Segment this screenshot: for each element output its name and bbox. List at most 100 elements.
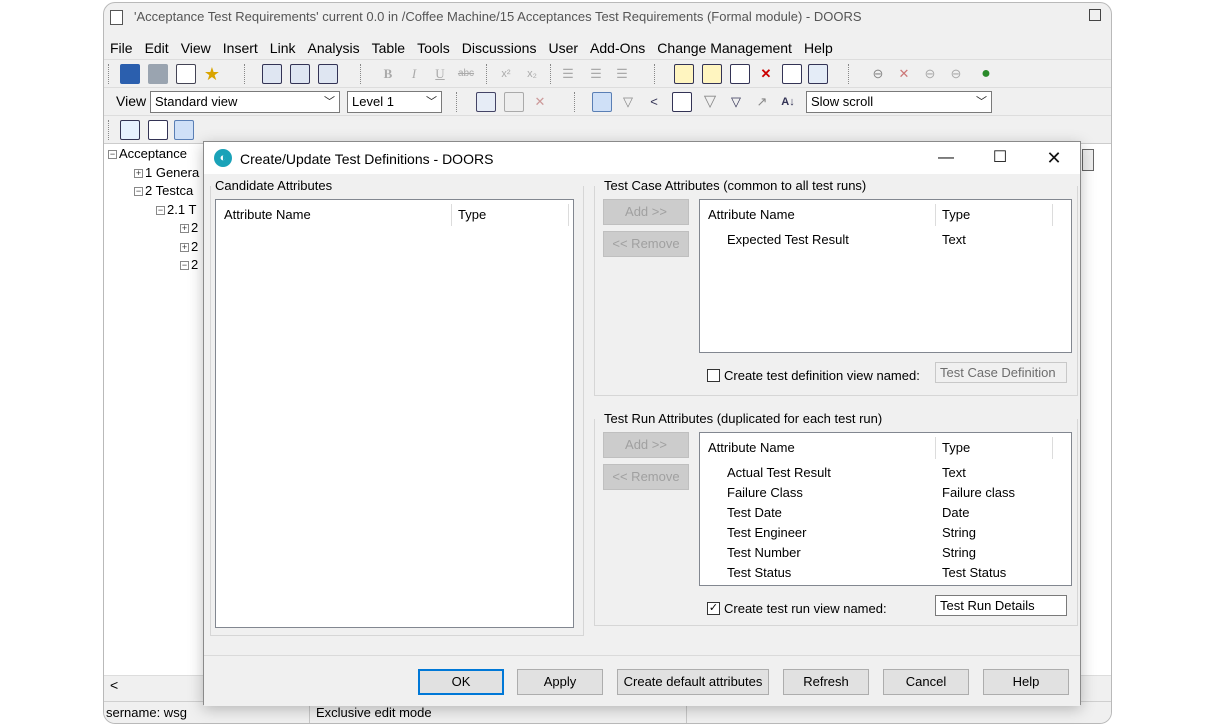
hierarchy-icon[interactable] [808,64,828,84]
tree-node[interactable]: +2 [108,238,199,257]
chart-icon[interactable] [120,120,140,140]
list-item-type[interactable]: String [942,543,976,563]
italic-icon[interactable]: I [404,64,424,84]
collapse-icon[interactable]: − [108,150,117,160]
link-end-icon[interactable] [702,64,722,84]
menu-item-change-management[interactable]: Change Management [651,37,798,59]
unlink-icon[interactable]: ✕ [894,64,914,84]
properties-icon[interactable] [176,64,196,84]
column-header-type[interactable]: Type [942,433,970,461]
list-item-type[interactable]: Failure class [942,483,1015,503]
bold-icon[interactable]: B [378,64,398,84]
create-test-run-view-checkbox[interactable]: ✓ [707,602,720,615]
bullet-list-icon[interactable]: ☰ [558,64,578,84]
expand-icon[interactable]: + [180,224,189,234]
expand-icon[interactable]: + [180,242,189,252]
test-run-view-name-input[interactable]: Test Run Details [935,595,1067,616]
create-default-attributes-button[interactable]: Create default attributes [617,669,769,695]
move-object-icon[interactable] [782,64,802,84]
help-button[interactable]: Help [983,669,1069,695]
close-icon[interactable]: ✕ [1042,148,1066,168]
menu-item-discussions[interactable]: Discussions [456,37,543,59]
table-icon[interactable] [672,92,692,112]
show-tree-icon[interactable] [592,92,612,112]
cancel-button[interactable]: Cancel [883,669,969,695]
list-item-name[interactable]: Test Date [727,503,782,523]
expand-icon[interactable]: + [134,168,143,178]
list-item-name[interactable]: Failure Class [727,483,803,503]
favorite-star-icon[interactable]: ★ [202,64,222,84]
strikethrough-icon[interactable]: abc [456,64,476,84]
edit-mode-icon[interactable] [174,120,194,140]
test-definition-view-name-input[interactable]: Test Case Definition [935,362,1067,383]
page-icon[interactable] [148,120,168,140]
list-item-type[interactable]: String [942,523,976,543]
save-icon[interactable] [120,64,140,84]
test-run-remove-button[interactable]: << Remove [603,464,689,490]
test-case-remove-button[interactable]: << Remove [603,231,689,257]
filter-tree-icon[interactable]: ▽ [618,92,638,112]
list-item-type[interactable]: Test Status [942,563,1006,583]
collapse-icon[interactable]: − [180,261,189,271]
insert-object-icon[interactable] [318,64,338,84]
level-select[interactable]: Level 1 ﹀ [347,91,442,113]
list-item-name[interactable]: Expected Test Result [727,230,849,250]
insert-object-after-icon[interactable] [290,64,310,84]
maximize-icon[interactable] [1089,9,1101,21]
menu-item-edit[interactable]: Edit [139,37,175,59]
column-header-name[interactable]: Attribute Name [708,200,795,228]
create-test-definition-view-checkbox[interactable] [707,369,720,382]
link-remove-icon[interactable]: ⊖ [946,64,966,84]
view-select[interactable]: Standard view ﹀ [150,91,340,113]
link-module-icon[interactable]: ⊖ [920,64,940,84]
maximize-icon[interactable]: ☐ [988,148,1012,168]
insert-object-below-icon[interactable] [262,64,282,84]
candidate-attributes-list[interactable]: Attribute Name Type [215,199,574,628]
filter-icon[interactable]: ▽ [700,92,720,112]
scroll-left-icon[interactable]: < [110,676,118,694]
tree-node-root[interactable]: − Acceptance [108,145,199,164]
apply-button[interactable]: Apply [517,669,603,695]
minimize-icon[interactable]: — [934,148,958,168]
column-header-type[interactable]: Type [458,200,486,228]
tree-node[interactable]: −2 [108,256,199,275]
underline-icon[interactable]: U [430,64,450,84]
menu-item-tools[interactable]: Tools [411,37,456,59]
list-item-type[interactable]: Text [942,230,966,250]
sort-az-icon[interactable]: A↓ [778,92,798,112]
filter-edit-icon[interactable]: ▽ [726,92,746,112]
menu-item-help[interactable]: Help [798,37,839,59]
menu-item-view[interactable]: View [175,37,217,59]
collapse-icon[interactable]: − [134,187,143,197]
globe-icon[interactable]: ● [976,64,996,84]
tree-node[interactable]: +2 [108,219,199,238]
list-item-name[interactable]: Test Number [727,543,801,563]
sort-edit-icon[interactable]: ↗ [752,92,772,112]
indent-icon[interactable]: ☰ [586,64,606,84]
link-icon[interactable]: ⊖ [868,64,888,84]
copy-object-icon[interactable] [730,64,750,84]
outdent-icon[interactable]: ☰ [612,64,632,84]
menu-item-analysis[interactable]: Analysis [301,37,365,59]
level-down-icon[interactable] [504,92,524,112]
superscript-icon[interactable]: x² [496,64,516,84]
menu-item-table[interactable]: Table [366,37,411,59]
scroll-mode-select[interactable]: Slow scroll ﹀ [806,91,992,113]
menu-item-link[interactable]: Link [264,37,302,59]
level-up-icon[interactable] [476,92,496,112]
share-icon[interactable]: < [644,92,664,112]
subscript-icon[interactable]: x₂ [522,64,542,84]
print-icon[interactable] [148,64,168,84]
list-item-name[interactable]: Test Status [727,563,791,583]
tree-node[interactable]: −2.1 T [108,201,199,220]
list-item-type[interactable]: Date [942,503,969,523]
level-delete-icon[interactable]: ✕ [530,92,550,112]
menu-item-user[interactable]: User [542,37,584,59]
list-item-name[interactable]: Actual Test Result [727,463,831,483]
ok-button[interactable]: OK [418,669,504,695]
refresh-button[interactable]: Refresh [783,669,869,695]
link-start-icon[interactable] [674,64,694,84]
delete-object-icon[interactable]: ✕ [756,64,776,84]
collapse-icon[interactable]: − [156,205,165,215]
column-header-name[interactable]: Attribute Name [708,433,795,461]
